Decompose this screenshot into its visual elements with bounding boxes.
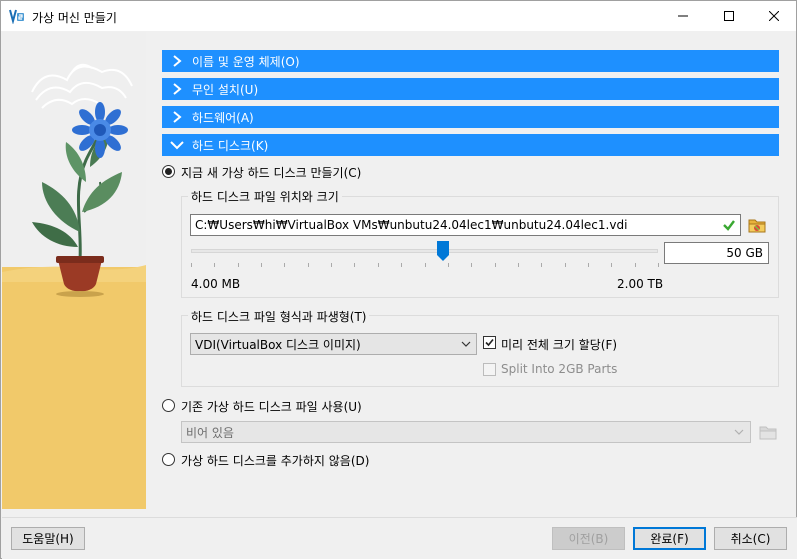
slider-tick bbox=[634, 263, 636, 267]
close-icon bbox=[769, 11, 779, 21]
slider-tick bbox=[447, 263, 449, 267]
create-new-disk-radio[interactable] bbox=[162, 165, 175, 178]
slider-tick bbox=[494, 263, 496, 267]
slider-tick bbox=[261, 263, 263, 267]
location-size-group-title: 하드 디스크 파일 위치와 크기 bbox=[188, 188, 342, 205]
slider-tick bbox=[564, 263, 566, 267]
slider-tick bbox=[377, 263, 379, 267]
slider-tick bbox=[354, 263, 356, 267]
format-group-title: 하드 디스크 파일 형식과 파생형(T) bbox=[188, 308, 370, 325]
finish-button[interactable]: 완료(F) bbox=[633, 527, 706, 550]
maximize-button[interactable] bbox=[706, 1, 752, 31]
slider-tick bbox=[541, 263, 543, 267]
split-2gb-label: Split Into 2GB Parts bbox=[501, 362, 618, 376]
slider-tick bbox=[307, 263, 309, 267]
split-2gb-checkbox[interactable] bbox=[483, 363, 496, 376]
title-bar: 가상 머신 만들기 bbox=[1, 1, 796, 31]
finish-button-label: 완료(F) bbox=[650, 532, 689, 546]
size-min-label: 4.00 MB bbox=[191, 277, 241, 291]
back-button[interactable]: 이전(B) bbox=[552, 527, 625, 550]
chevron-right-icon bbox=[162, 50, 192, 72]
section-hardware[interactable]: 하드웨어(A) bbox=[162, 106, 779, 128]
preallocate-label: 미리 전체 크기 할당(F) bbox=[501, 338, 618, 352]
chevron-down-icon bbox=[461, 341, 471, 347]
minimize-icon bbox=[678, 15, 688, 17]
section-hard-disk[interactable]: 하드 디스크(K) bbox=[162, 134, 779, 156]
disk-size-slider-handle[interactable] bbox=[437, 241, 450, 262]
no-disk-label: 가상 하드 디스크를 추가하지 않음(D) bbox=[181, 454, 370, 468]
slider-tick bbox=[401, 263, 403, 267]
existing-disk-value: 비어 있음 bbox=[186, 425, 234, 440]
section-label: 하드웨어(A) bbox=[192, 110, 254, 125]
section-label: 무인 설치(U) bbox=[192, 82, 259, 97]
choose-existing-disk-button[interactable] bbox=[758, 422, 778, 442]
cancel-button-label: 취소(C) bbox=[730, 532, 771, 546]
create-new-disk-label: 지금 새 가상 하드 디스크 만들기(C) bbox=[181, 166, 362, 180]
slider-tick bbox=[611, 263, 613, 267]
existing-disk-select[interactable]: 비어 있음 bbox=[181, 421, 751, 443]
size-max-label: 2.00 TB bbox=[617, 277, 664, 291]
section-unattended-install[interactable]: 무인 설치(U) bbox=[162, 78, 779, 100]
slider-tick bbox=[658, 263, 659, 267]
chevron-down-icon bbox=[734, 429, 744, 435]
folder-icon bbox=[759, 426, 777, 440]
disk-size-slider-track[interactable] bbox=[191, 249, 658, 253]
virtualbox-app-icon bbox=[9, 8, 25, 24]
preallocate-checkbox[interactable] bbox=[483, 336, 496, 349]
section-label: 이름 및 운영 체제(O) bbox=[192, 54, 300, 69]
slider-tick bbox=[284, 263, 286, 267]
dialog-window: 가상 머신 만들기 이름 및 운영 체제(O) 무인 설치(U) 하드웨어(A)… bbox=[0, 0, 797, 559]
no-disk-radio[interactable] bbox=[162, 453, 175, 466]
choose-file-button[interactable] bbox=[747, 215, 767, 235]
disk-file-path-text: C:₩Users₩hi₩VirtualBox VMs₩unbutu24.04le… bbox=[195, 218, 628, 232]
chevron-down-icon bbox=[162, 134, 192, 156]
slider-tick bbox=[214, 263, 216, 267]
section-label: 하드 디스크(K) bbox=[192, 138, 269, 153]
slider-tick bbox=[331, 263, 333, 267]
wizard-illustration bbox=[2, 32, 146, 509]
slider-tick bbox=[424, 263, 426, 267]
close-button[interactable] bbox=[751, 1, 797, 31]
help-button-label: 도움말(H) bbox=[22, 532, 74, 546]
slider-tick bbox=[237, 263, 239, 267]
maximize-icon bbox=[724, 11, 734, 21]
window-title: 가상 머신 만들기 bbox=[32, 11, 117, 25]
slider-tick bbox=[587, 263, 589, 267]
disk-file-path-input[interactable]: C:₩Users₩hi₩VirtualBox VMs₩unbutu24.04le… bbox=[190, 214, 741, 236]
disk-size-input[interactable]: 50 GB bbox=[664, 242, 769, 264]
slider-tick bbox=[471, 263, 473, 267]
minimize-button[interactable] bbox=[660, 1, 706, 31]
checkmark-icon bbox=[485, 338, 494, 347]
use-existing-disk-radio[interactable] bbox=[162, 399, 175, 412]
checkmark-icon bbox=[723, 220, 735, 231]
disk-size-value: 50 GB bbox=[726, 246, 763, 260]
help-button[interactable]: 도움말(H) bbox=[11, 527, 85, 550]
section-name-os[interactable]: 이름 및 운영 체제(O) bbox=[162, 50, 779, 72]
chevron-right-icon bbox=[162, 106, 192, 128]
disk-format-value: VDI(VirtualBox 디스크 이미지) bbox=[195, 337, 361, 352]
folder-icon bbox=[748, 219, 766, 233]
disk-format-select[interactable]: VDI(VirtualBox 디스크 이미지) bbox=[190, 333, 477, 355]
slider-tick bbox=[191, 263, 192, 267]
use-existing-disk-label: 기존 가상 하드 디스크 파일 사용(U) bbox=[181, 400, 362, 414]
slider-tick bbox=[517, 263, 519, 267]
chevron-right-icon bbox=[162, 78, 192, 100]
back-button-label: 이전(B) bbox=[568, 532, 609, 546]
cancel-button[interactable]: 취소(C) bbox=[714, 527, 787, 550]
